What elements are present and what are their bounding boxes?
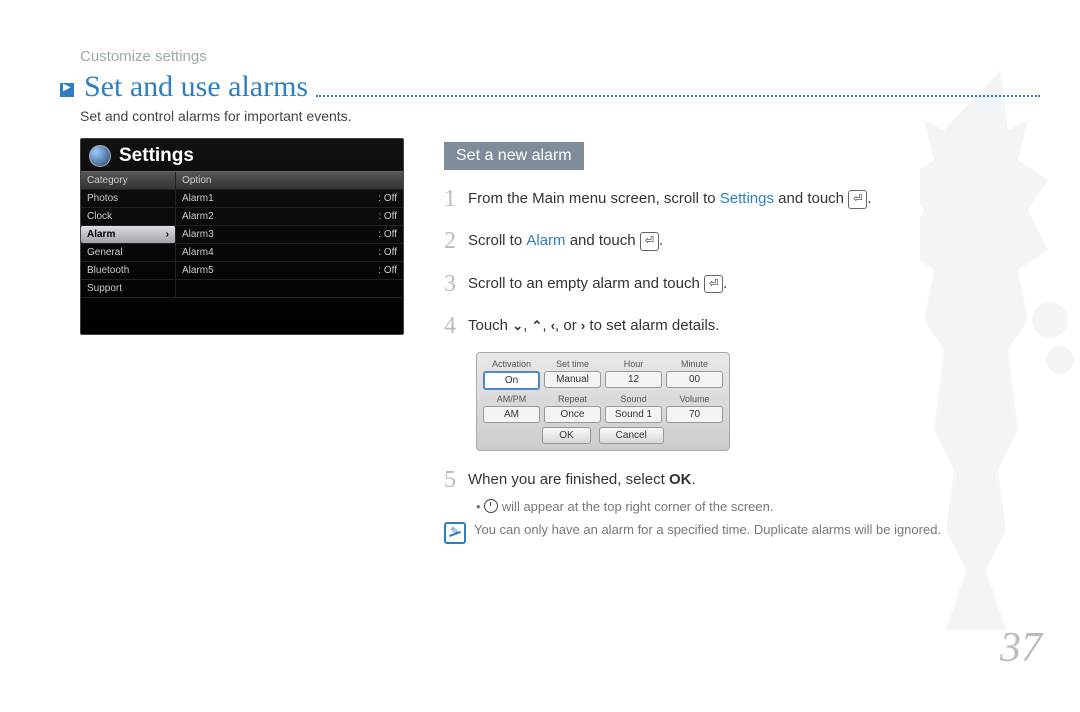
- device-category-general: General: [81, 244, 176, 261]
- section-heading: Set a new alarm: [444, 142, 584, 170]
- ap-cancel-button: Cancel: [599, 427, 664, 444]
- enter-icon: ⏎: [640, 232, 659, 251]
- page-title-row: Set and use alarms: [60, 70, 1040, 104]
- chevron-up-icon: ⌃: [531, 316, 542, 336]
- chevron-right-icon: ›: [581, 316, 585, 336]
- ap-value-ampm: AM: [483, 406, 540, 423]
- breadcrumb: Customize settings: [80, 48, 207, 65]
- ap-value-minute: 00: [666, 371, 723, 388]
- ap-value-sound: Sound 1: [605, 406, 662, 423]
- alarm-indicator-icon: [484, 499, 498, 513]
- device-col-header-category: Category: [81, 172, 176, 189]
- ap-label-repeat: Repeat: [544, 394, 601, 404]
- step-1: 1 From the Main menu screen, scroll to S…: [444, 186, 1004, 212]
- device-screenshot-settings: Settings Category Option Photos Alarm1: …: [80, 138, 404, 335]
- ap-value-hour: 12: [605, 371, 662, 388]
- note-text: You can only have an alarm for a specifi…: [474, 522, 941, 544]
- ap-label-minute: Minute: [666, 359, 723, 369]
- device-option-alarm1: Alarm1: Off: [176, 190, 403, 207]
- enter-icon: ⏎: [848, 190, 867, 209]
- device-option-alarm3: Alarm3: Off: [176, 226, 403, 243]
- step-number: 5: [444, 467, 468, 493]
- device-category-alarm-selected: Alarm: [81, 226, 176, 243]
- ap-label-settime: Set time: [544, 359, 601, 369]
- title-bullet-icon: [60, 83, 74, 97]
- ap-value-activation: On: [483, 371, 540, 390]
- device-col-header-option: Option: [176, 172, 403, 189]
- device-option-alarm2: Alarm2: Off: [176, 208, 403, 225]
- ap-value-repeat: Once: [544, 406, 601, 423]
- device-option-alarm5: Alarm5: Off: [176, 262, 403, 279]
- clock-icon: [89, 145, 111, 167]
- ap-label-volume: Volume: [666, 394, 723, 404]
- step-5-substep: • will appear at the top right corner of…: [476, 499, 1004, 514]
- step-3: 3 Scroll to an empty alarm and touch ⏎.: [444, 271, 1004, 297]
- device-category-bluetooth: Bluetooth: [81, 262, 176, 279]
- ap-label-activation: Activation: [483, 359, 540, 369]
- step-4: 4 Touch ⌄, ⌃, ‹, or › to set alarm detai…: [444, 313, 1004, 339]
- title-leader-dots: [316, 77, 1040, 97]
- step-5: 5 When you are finished, select OK.: [444, 467, 1004, 493]
- ap-label-sound: Sound: [605, 394, 662, 404]
- alarm-details-panel: Activation On Set time Manual Hour 12 Minut…: [476, 352, 730, 451]
- enter-icon: ⏎: [704, 275, 723, 294]
- note-row: ✎ You can only have an alarm for a speci…: [444, 522, 1004, 544]
- ap-ok-button: OK: [542, 427, 590, 444]
- device-category-support: Support: [81, 280, 176, 297]
- chevron-down-icon: ⌄: [512, 316, 523, 336]
- ap-value-settime: Manual: [544, 371, 601, 388]
- device-category-clock: Clock: [81, 208, 176, 225]
- page-title: Set and use alarms: [84, 70, 308, 104]
- ap-value-volume: 70: [666, 406, 723, 423]
- step-number: 4: [444, 313, 468, 339]
- ap-label-hour: Hour: [605, 359, 662, 369]
- device-category-photos: Photos: [81, 190, 176, 207]
- step-number: 1: [444, 186, 468, 212]
- page-subtitle: Set and control alarms for important eve…: [80, 108, 352, 124]
- device-screen-title: Settings: [119, 145, 194, 167]
- device-option-alarm4: Alarm4: Off: [176, 244, 403, 261]
- step-number: 2: [444, 228, 468, 254]
- step-2: 2 Scroll to Alarm and touch ⏎.: [444, 228, 1004, 254]
- page-number: 37: [1000, 624, 1042, 672]
- ap-label-ampm: AM/PM: [483, 394, 540, 404]
- step-number: 3: [444, 271, 468, 297]
- note-icon: ✎: [444, 522, 466, 544]
